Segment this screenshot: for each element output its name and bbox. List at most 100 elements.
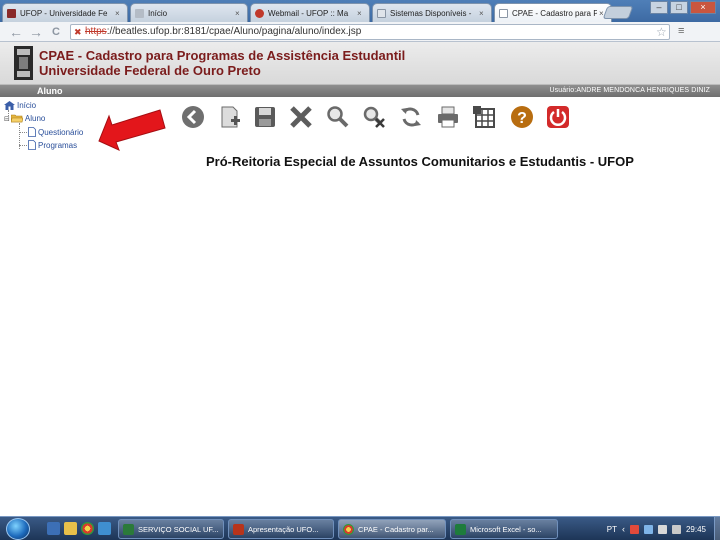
red-arrow-annotation <box>98 109 166 151</box>
document-icon <box>28 140 36 150</box>
webmail-favicon-icon <box>255 8 264 18</box>
user-bar: Aluno Usuário:ANDRE MENDONCA HENRIQUES D… <box>0 85 720 97</box>
page-favicon-icon <box>377 8 386 18</box>
system-tray: PT ‹ 29:45 <box>601 517 714 540</box>
word-app-icon <box>123 523 134 535</box>
power-icon[interactable] <box>546 105 570 129</box>
tab-title: CPAE - Cadastro para P <box>512 8 597 18</box>
tab-sistemas[interactable]: Sistemas Disponíveis - × <box>372 3 492 22</box>
excel-app-icon <box>455 523 466 535</box>
tree-item-label: Questionário <box>38 127 84 137</box>
powerpoint-app-icon <box>233 523 244 535</box>
taskbar-item-label: SERVIÇO SOCIAL UF... <box>138 524 219 534</box>
tab-cpae[interactable]: CPAE - Cadastro para P × <box>494 3 612 22</box>
taskbar-item-label: CPAE - Cadastro par... <box>358 524 434 534</box>
show-desktop-quicklaunch-icon[interactable] <box>47 522 60 535</box>
taskbar-item-label: Microsoft Excel - so... <box>470 524 542 534</box>
close-window-icon[interactable]: × <box>690 1 716 14</box>
taskbar-item-servico-social[interactable]: SERVIÇO SOCIAL UF... <box>118 519 224 539</box>
volume-icon[interactable] <box>671 524 681 534</box>
tab-close-icon[interactable]: × <box>235 9 243 18</box>
tray-app-icon[interactable] <box>629 524 639 534</box>
tree-item-inicio[interactable]: Início <box>4 101 36 110</box>
app-header: CPAE - Cadastro para Programas de Assist… <box>0 42 720 85</box>
folder-open-icon <box>10 114 23 123</box>
browser-toolbar: ← → C ✖ https://beatles.ufop.br:8181/cpae… <box>0 22 720 42</box>
clear-search-icon[interactable] <box>362 105 386 129</box>
chrome-quicklaunch-icon[interactable] <box>81 522 94 535</box>
app-subtitle: Universidade Federal de Ouro Preto <box>39 63 261 78</box>
address-bar[interactable]: ✖ https://beatles.ufop.br:8181/cpae/Aluno… <box>70 24 670 40</box>
back-arrow-icon[interactable]: ← <box>8 24 24 40</box>
save-icon[interactable] <box>253 105 277 129</box>
search-icon[interactable] <box>326 105 350 129</box>
chrome-app-icon <box>343 523 354 535</box>
forward-arrow-icon[interactable]: → <box>28 24 44 40</box>
ufop-logo-icon <box>14 46 33 80</box>
taskbar-item-excel[interactable]: Microsoft Excel - so... <box>450 519 558 539</box>
back-icon[interactable] <box>181 105 205 129</box>
taskbar-item-cpae[interactable]: CPAE - Cadastro par... <box>338 519 446 539</box>
tray-app-icon[interactable] <box>643 524 653 534</box>
tab-close-icon[interactable]: × <box>115 9 123 18</box>
ie-quicklaunch-icon[interactable] <box>98 522 111 535</box>
table-icon[interactable] <box>472 105 496 129</box>
url-path: ://beatles.ufop.br:8181/cpae/Aluno/pagin… <box>106 26 362 37</box>
browser-tab-strip: UFOP - Universidade Fe × Início × Webmai… <box>0 0 720 22</box>
page-heading: Pró-Reitoria Especial de Assuntos Comuni… <box>206 154 634 169</box>
user-role: Aluno <box>37 86 63 96</box>
window-controls: – □ × <box>650 1 716 14</box>
page-favicon-icon <box>135 8 144 18</box>
taskbar-item-label: Apresentação UFO... <box>248 524 319 534</box>
tab-webmail[interactable]: Webmail - UFOP :: Ma × <box>250 3 370 22</box>
tray-expand-icon[interactable]: ‹ <box>622 524 625 534</box>
refresh-icon[interactable] <box>399 105 423 129</box>
delete-icon[interactable] <box>289 105 313 129</box>
bookmark-star-icon[interactable]: ☆ <box>656 25 667 39</box>
new-tab-button[interactable] <box>602 6 634 19</box>
clock[interactable]: 29:45 <box>686 525 706 534</box>
language-indicator[interactable]: PT <box>607 525 617 534</box>
tree-item-programas[interactable]: Programas <box>28 140 77 150</box>
collapse-icon[interactable]: ⊟ <box>4 115 10 123</box>
tab-close-icon[interactable]: × <box>357 9 365 18</box>
new-document-icon[interactable] <box>218 105 242 129</box>
document-icon <box>28 127 36 137</box>
tab-title: Sistemas Disponíveis - <box>390 8 472 18</box>
print-icon[interactable] <box>436 105 460 129</box>
tab-close-icon[interactable]: × <box>479 9 487 18</box>
svg-text:?: ? <box>517 110 527 127</box>
minimize-icon[interactable]: – <box>650 1 668 14</box>
tab-title: UFOP - Universidade Fe <box>20 8 108 18</box>
tree-item-aluno[interactable]: ⊟ Aluno <box>4 114 45 123</box>
tab-inicio[interactable]: Início × <box>130 3 248 22</box>
taskbar-item-apresentacao[interactable]: Apresentação UFO... <box>228 519 334 539</box>
windows-taskbar: SERVIÇO SOCIAL UF... Apresentação UFO...… <box>0 516 720 540</box>
page-favicon-icon <box>499 8 508 18</box>
tree-connector <box>19 145 27 146</box>
tree-connector <box>19 132 27 133</box>
help-icon[interactable]: ? <box>510 105 534 129</box>
browser-menu-icon[interactable]: ≡ <box>678 25 684 37</box>
maximize-icon[interactable]: □ <box>670 1 688 14</box>
tab-title: Webmail - UFOP :: Ma <box>268 8 349 18</box>
reload-icon[interactable]: C <box>48 24 64 40</box>
tree-item-label: Programas <box>38 140 78 150</box>
tree-item-questionario[interactable]: Questionário <box>28 127 83 137</box>
page-content: CPAE - Cadastro para Programas de Assist… <box>0 42 720 516</box>
user-name: Usuário:ANDRE MENDONCA HENRIQUES DINIZ <box>549 87 710 94</box>
network-icon[interactable] <box>657 524 667 534</box>
tree-item-label: Início <box>17 101 37 110</box>
home-icon <box>4 101 15 110</box>
ufop-favicon-icon <box>7 8 16 18</box>
tab-ufop[interactable]: UFOP - Universidade Fe × <box>2 3 128 22</box>
screen: UFOP - Universidade Fe × Início × Webmai… <box>0 0 720 540</box>
insecure-lock-icon: ✖ <box>74 27 82 37</box>
show-desktop-button[interactable] <box>714 517 720 540</box>
folder-quicklaunch-icon[interactable] <box>64 522 77 535</box>
url-protocol: https <box>85 26 107 37</box>
start-button[interactable] <box>6 518 30 540</box>
tab-title: Início <box>148 8 168 18</box>
tree-item-label: Aluno <box>24 114 46 123</box>
app-title: CPAE - Cadastro para Programas de Assist… <box>39 48 406 63</box>
